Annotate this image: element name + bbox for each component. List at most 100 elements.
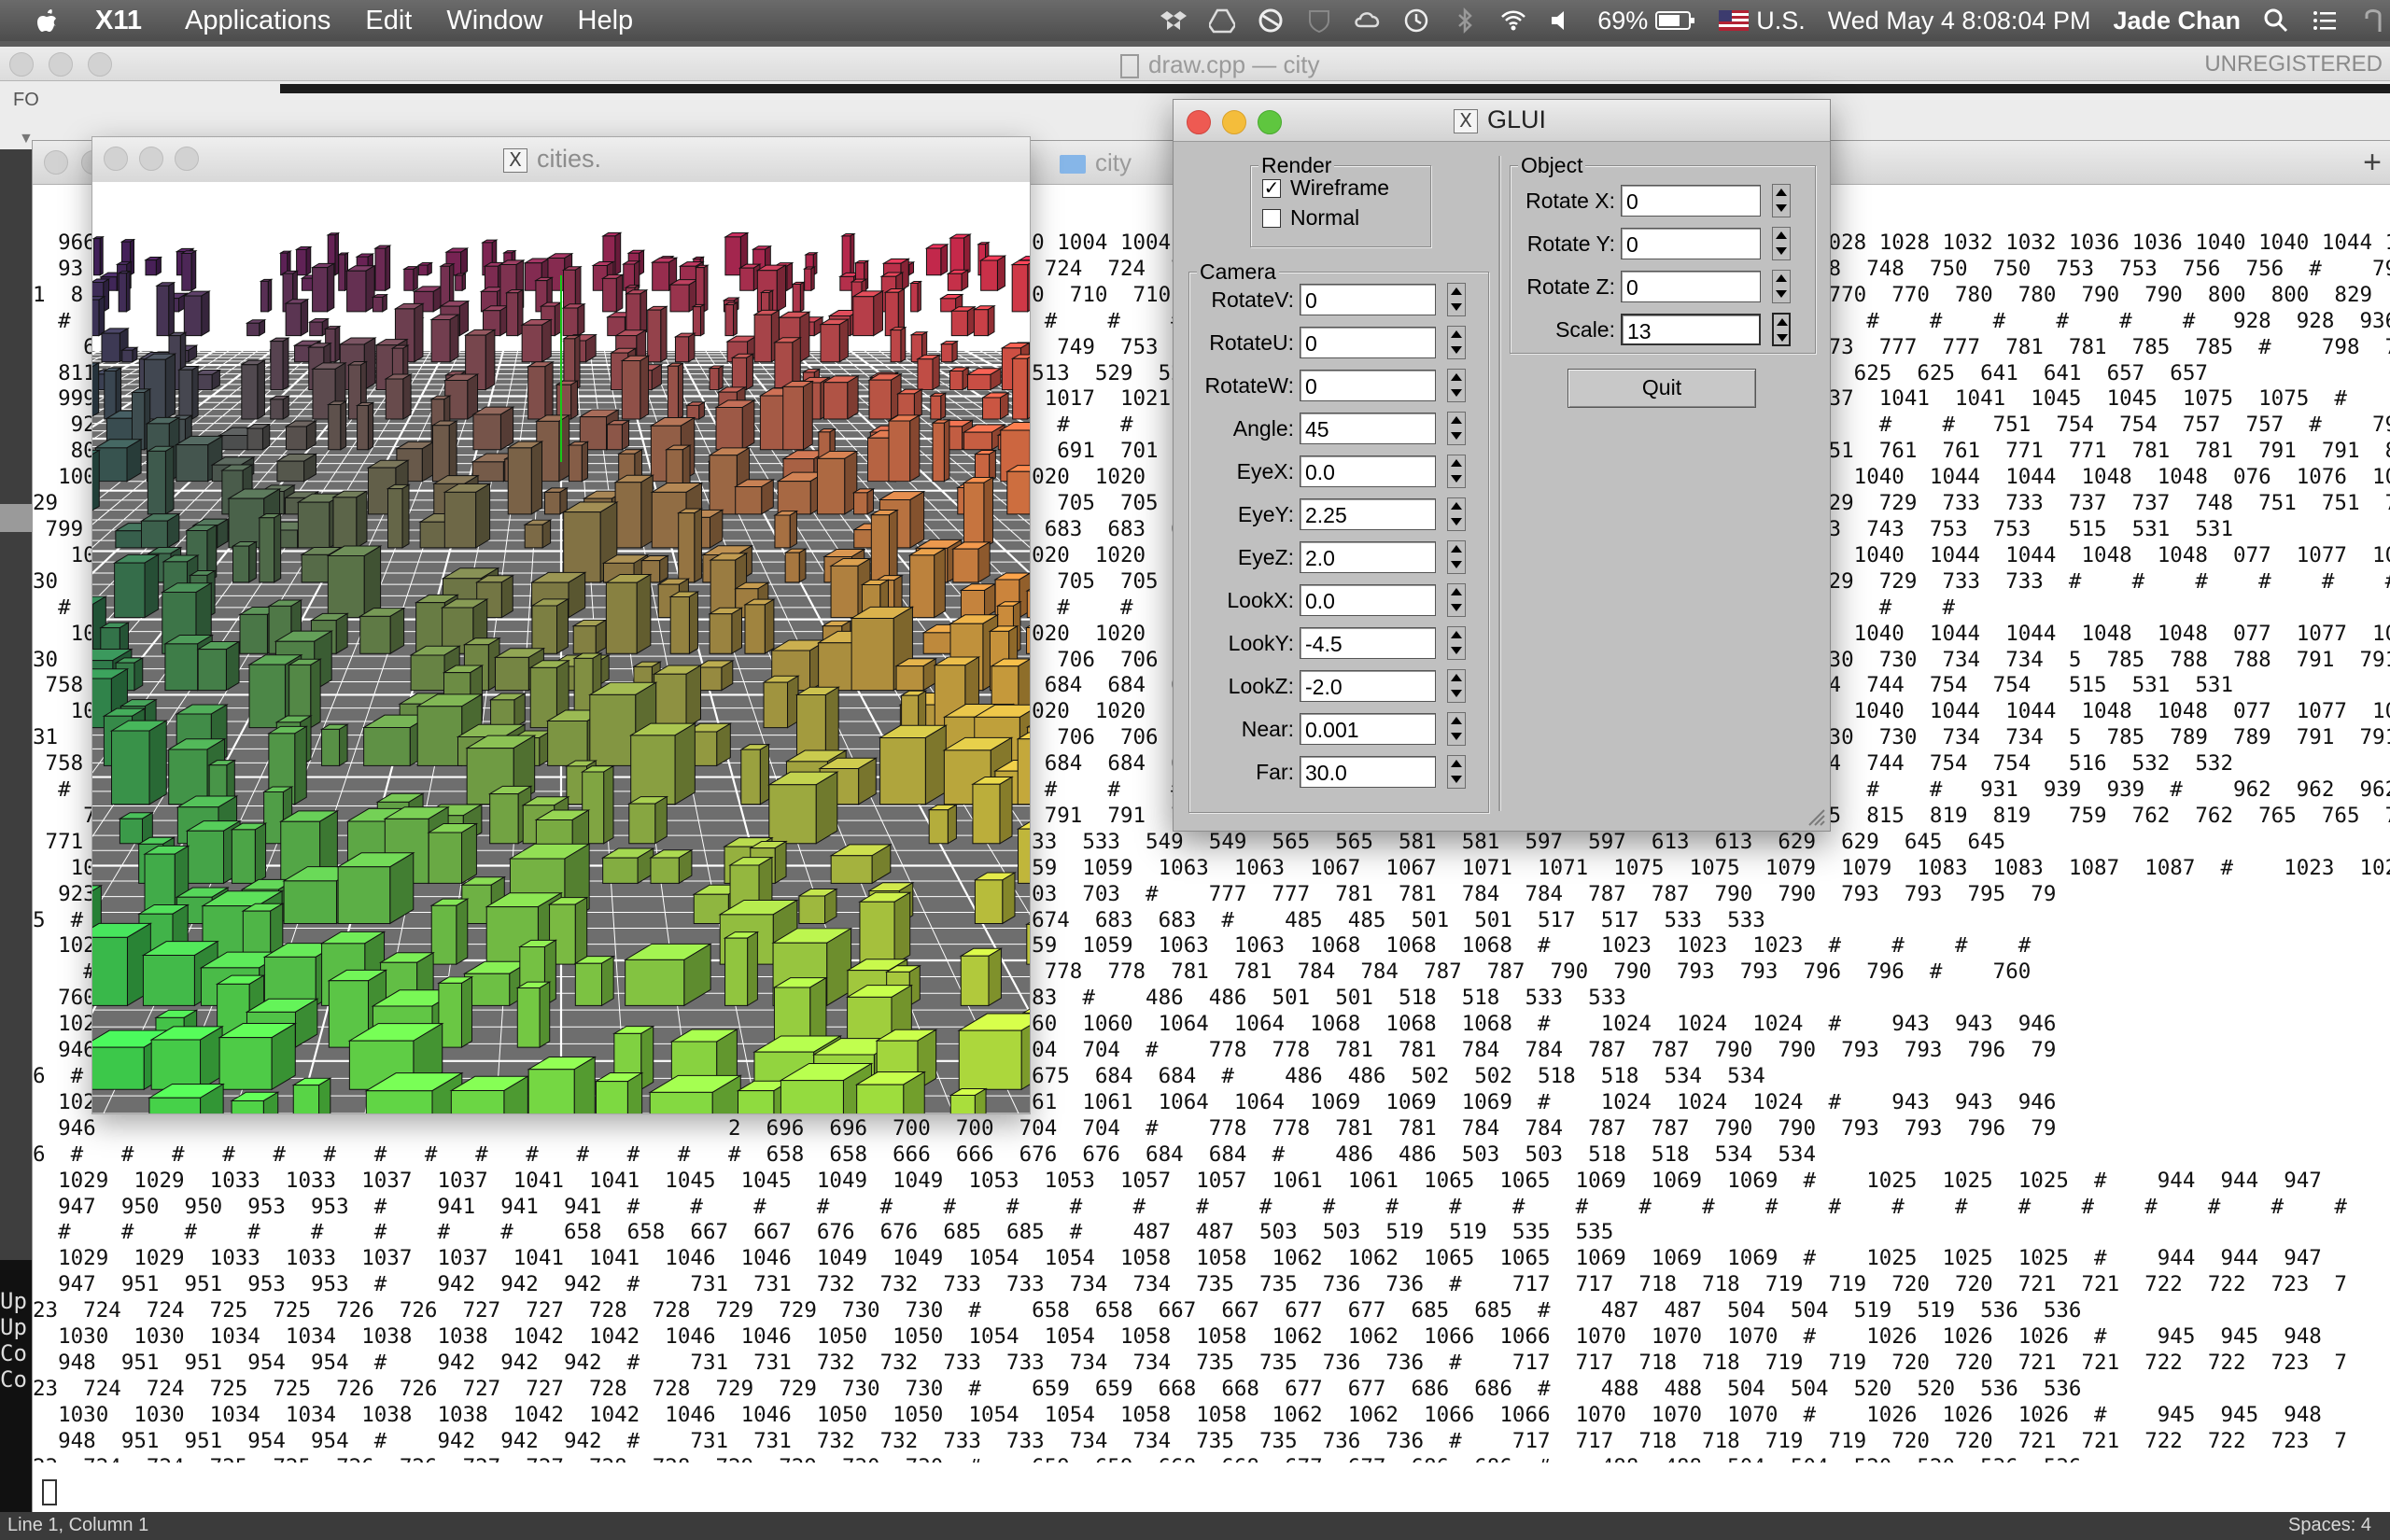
normal-checkbox[interactable] [1262,209,1281,228]
camera-field-input[interactable]: 0.001 [1300,713,1436,745]
menu-edit[interactable]: Edit [365,6,412,36]
glui-minimize-button[interactable] [1222,110,1246,134]
tab-strip [280,84,2390,93]
camera-field-input[interactable]: 0 [1300,284,1436,315]
spinner-arrows-icon[interactable] [1447,326,1466,359]
cities-minimize-button[interactable] [139,147,163,171]
shield-icon[interactable] [1306,7,1332,34]
status-position[interactable]: Line 1, Column 1 [7,1515,148,1536]
spinner-arrows-icon[interactable] [1447,669,1466,703]
cities-zoom-button[interactable] [175,147,199,171]
object-field-input[interactable]: 13 [1621,314,1761,345]
object-field-input[interactable]: 0 [1621,271,1761,302]
menu-help[interactable]: Help [578,6,634,36]
editor-zoom-button[interactable] [88,52,112,77]
render-panel: Render ✓ Wireframe Normal [1250,165,1431,247]
notification-center-icon[interactable] [2312,7,2338,34]
lock-icon[interactable] [2360,7,2386,34]
editor-title-text: draw.cpp — city [1148,50,1320,78]
dropbox-icon[interactable] [1160,7,1187,34]
no-entry-icon[interactable] [1258,7,1284,34]
terminal-title: city [1060,148,1132,177]
terminal-line: 1030 1030 1034 1034 1038 1038 1042 1042 … [33,1403,2390,1429]
camera-field-label: RotateU: [1193,330,1294,356]
terminal-close-button[interactable] [44,150,68,175]
camera-field-input[interactable]: 0.0 [1300,455,1436,487]
creative-cloud-icon[interactable] [1355,7,1381,34]
camera-field-input[interactable]: 2.0 [1300,541,1436,573]
spinner-arrows-icon[interactable] [1772,184,1791,217]
camera-field-input[interactable]: 45 [1300,413,1436,444]
battery-percent[interactable]: 69% [1597,7,1648,35]
camera-field-input[interactable]: 0 [1300,370,1436,401]
terminal-cursor [42,1479,57,1505]
object-field-label: Rotate Y: [1514,231,1615,257]
object-panel: Object Rotate X:0Rotate Y:0Rotate Z:0Sca… [1510,165,1816,354]
city-render-canvas[interactable] [92,182,1030,1113]
spinner-arrows-icon[interactable] [1447,369,1466,402]
glui-titlebar: XGLUI [1174,100,1830,142]
spinner-arrows-icon[interactable] [1772,227,1791,260]
console-line: Up [0,1314,32,1340]
terminal-line: 6 # # # # # # # # # # # # # # 658 658 66… [33,1142,2390,1169]
spinner-arrows-icon[interactable] [1447,755,1466,789]
us-flag-icon[interactable] [1719,10,1749,31]
google-drive-icon[interactable] [1209,7,1235,34]
glui-zoom-button[interactable] [1258,110,1282,134]
cities-close-button[interactable] [104,147,128,171]
spinner-arrows-icon[interactable] [1447,626,1466,660]
camera-field-input[interactable]: 0.0 [1300,584,1436,616]
camera-field-input[interactable]: 0 [1300,327,1436,358]
spinner-arrows-icon[interactable] [1447,583,1466,617]
camera-field-input[interactable]: -2.0 [1300,670,1436,702]
camera-field-label: Far: [1193,760,1294,785]
spinner-arrows-icon[interactable] [1447,455,1466,488]
spinner-arrows-icon[interactable] [1447,540,1466,574]
spinner-arrows-icon[interactable] [1772,313,1791,346]
camera-field-label: LookX: [1193,588,1294,613]
camera-field-label: RotateV: [1193,287,1294,313]
object-field-input[interactable]: 0 [1621,228,1761,259]
camera-field-input[interactable]: 2.25 [1300,498,1436,530]
editor-close-button[interactable] [9,52,34,77]
input-source-label[interactable]: U.S. [1756,7,1806,35]
glui-close-button[interactable] [1187,110,1211,134]
quit-button[interactable]: Quit [1568,369,1756,408]
menu-user-name[interactable]: Jade Chan [2113,7,2241,35]
new-tab-button[interactable]: + [2363,145,2382,181]
editor-minimize-button[interactable] [49,52,73,77]
menu-app-name[interactable]: X11 [95,6,142,36]
terminal-line: 23 724 724 725 725 726 726 727 727 728 7… [33,1377,2390,1403]
camera-field-input[interactable]: -4.5 [1300,627,1436,659]
console-stub: Up Up Co Co [0,1260,32,1521]
city-render [92,182,1030,1113]
bluetooth-icon[interactable] [1452,7,1478,34]
spinner-arrows-icon[interactable] [1772,270,1791,303]
wireframe-checkbox[interactable]: ✓ [1262,179,1281,198]
status-indentation[interactable]: Spaces: 4 [2288,1515,2371,1536]
spotlight-search-icon[interactable] [2263,7,2289,34]
camera-panel-label: Camera [1197,259,1279,285]
spinner-arrows-icon[interactable] [1447,412,1466,445]
menu-clock[interactable]: Wed May 4 8:08:04 PM [1828,7,2091,35]
battery-icon[interactable] [1655,9,1696,32]
object-field-label: Rotate Z: [1514,274,1615,300]
editor-title: draw.cpp — city [1120,50,1320,79]
x11-icon: X [503,148,527,173]
camera-field-label: RotateW: [1193,373,1294,399]
menu-applications[interactable]: Applications [185,6,330,36]
wireframe-label: Wireframe [1290,175,1389,201]
camera-field-input[interactable]: 30.0 [1300,756,1436,788]
spinner-arrows-icon[interactable] [1447,712,1466,746]
time-machine-icon[interactable] [1403,7,1429,34]
spinner-arrows-icon[interactable] [1447,283,1466,316]
menu-window[interactable]: Window [446,6,542,36]
object-field-input[interactable]: 0 [1621,185,1761,217]
apple-icon[interactable] [37,8,58,33]
spinner-arrows-icon[interactable] [1447,497,1466,531]
camera-field-label: EyeX: [1193,459,1294,484]
resize-grip-icon[interactable] [1806,806,1826,827]
editor-titlebar: draw.cpp — city UNREGISTERED [0,47,2390,81]
wifi-icon[interactable] [1500,7,1526,34]
volume-icon[interactable] [1549,7,1575,34]
